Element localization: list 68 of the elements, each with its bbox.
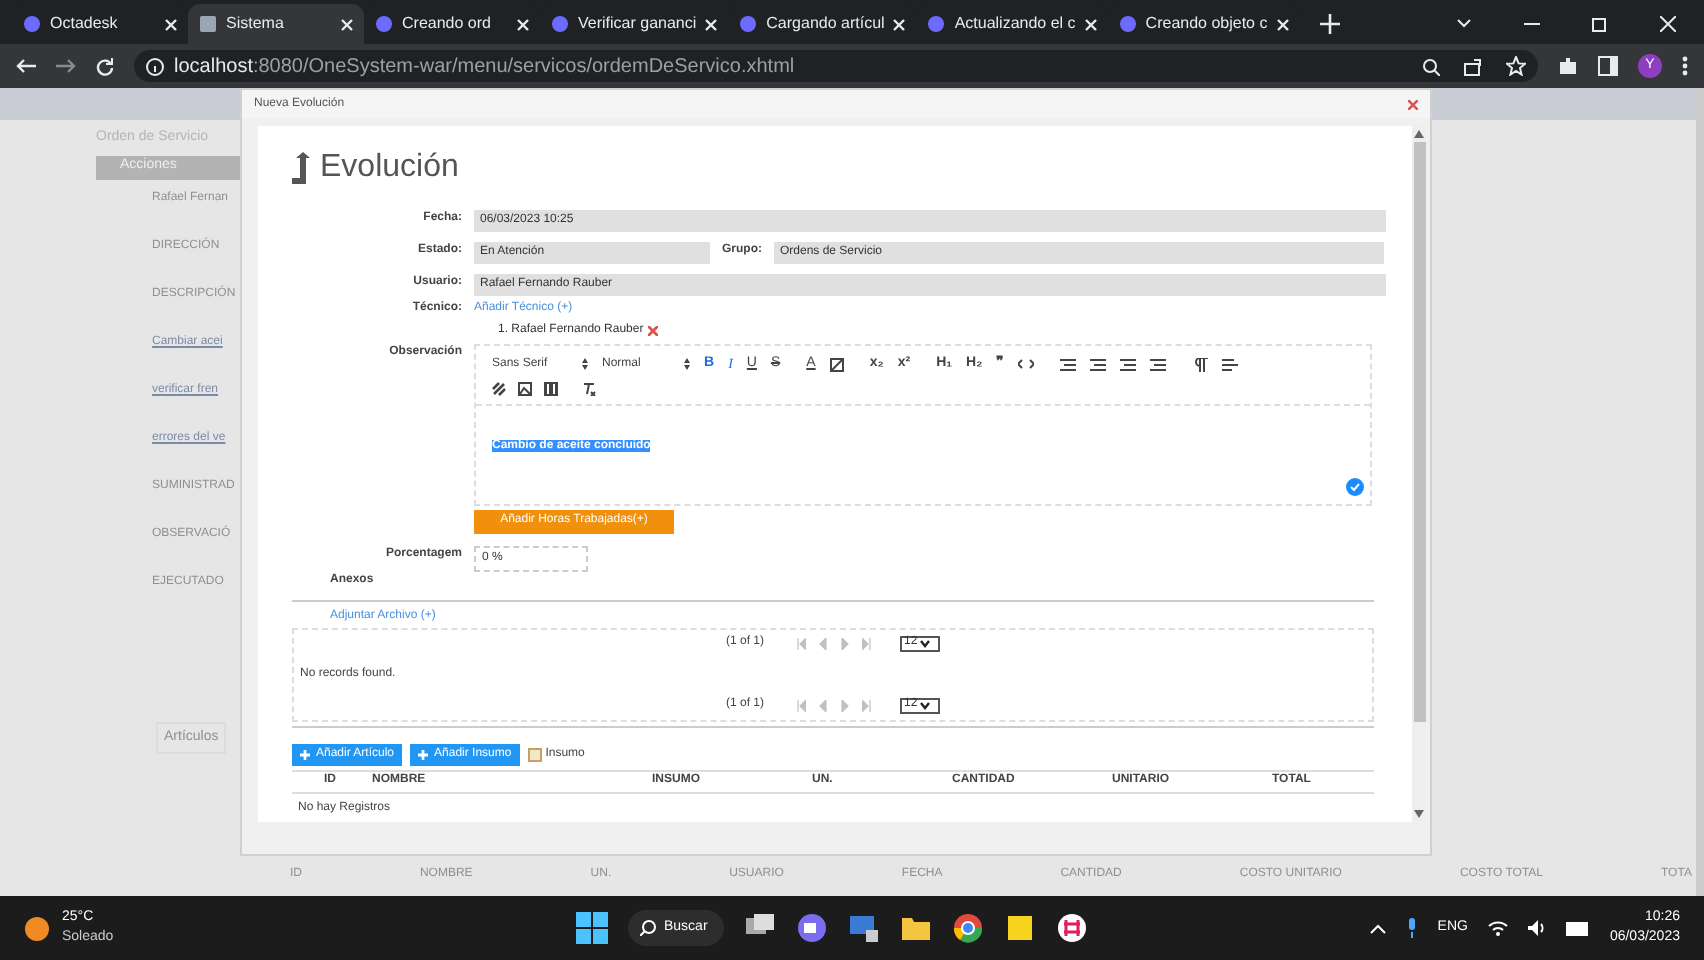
tab-title: Verificar gananci	[578, 12, 697, 36]
battery-icon[interactable]	[1565, 921, 1590, 935]
remove-icon[interactable]	[647, 326, 658, 336]
forward-arrow-icon[interactable]	[56, 58, 76, 74]
share-icon[interactable]	[1464, 57, 1482, 75]
video-icon[interactable]	[544, 381, 558, 395]
folder-icon[interactable]	[900, 912, 932, 944]
site-icon	[374, 14, 394, 34]
minimize-icon[interactable]	[1524, 22, 1540, 26]
site-icon	[738, 14, 759, 34]
site-icon	[22, 14, 42, 34]
speaker-icon[interactable]	[1527, 920, 1546, 936]
new-tab-icon[interactable]	[1319, 14, 1340, 34]
align-icon[interactable]	[1222, 357, 1239, 372]
microphone-icon[interactable]	[1405, 918, 1418, 938]
tab-title: Octadesk	[50, 12, 120, 36]
chevron-down-icon[interactable]	[1456, 18, 1472, 30]
site-icon	[1117, 14, 1138, 34]
site-icon	[550, 14, 570, 34]
dialog-heading: Evolución	[320, 148, 459, 188]
zoom-icon[interactable]	[1422, 57, 1440, 75]
reload-icon[interactable]	[96, 57, 114, 75]
sun-icon[interactable]	[24, 915, 50, 941]
chevron-up-icon[interactable]	[1369, 923, 1386, 933]
tab-title: Creando ord	[402, 12, 493, 36]
tab-title: Creando objeto c	[1145, 12, 1268, 36]
sort-icon	[684, 358, 690, 371]
sticky-note-icon[interactable]	[1004, 912, 1036, 944]
chevron-down-icon	[919, 639, 930, 647]
plus-icon	[418, 749, 429, 759]
scroll-down-icon[interactable]	[1414, 810, 1424, 818]
more-icon[interactable]	[1682, 56, 1688, 76]
star-icon[interactable]	[1506, 56, 1526, 76]
ordered-list-icon[interactable]	[1060, 357, 1077, 372]
code-icon[interactable]	[1018, 358, 1035, 371]
chrome-icon[interactable]	[952, 912, 984, 944]
search-icon	[640, 920, 656, 936]
highlight-icon[interactable]	[829, 357, 844, 372]
info-icon	[146, 57, 164, 75]
tab-title: Sistema	[226, 12, 286, 36]
wifi-icon[interactable]	[1487, 920, 1508, 936]
sort-icon	[582, 358, 588, 371]
tab-title: Actualizando el c	[954, 12, 1076, 36]
plus-icon	[300, 749, 310, 759]
clear-format-icon[interactable]	[582, 381, 596, 395]
image-icon[interactable]	[518, 381, 532, 395]
indent-icon[interactable]	[1150, 357, 1167, 372]
scroll-up-icon[interactable]	[1414, 130, 1424, 138]
browser-tab[interactable]: Sistema	[188, 4, 364, 44]
checkbox[interactable]	[527, 747, 542, 761]
text-direction-icon[interactable]	[1192, 357, 1209, 372]
page-icon	[198, 14, 218, 34]
restore-icon[interactable]	[1592, 16, 1608, 32]
scrollbar-thumb[interactable]	[1413, 142, 1425, 722]
video-call-icon[interactable]	[796, 912, 828, 944]
back-arrow-icon[interactable]	[16, 58, 36, 74]
up-arrow-icon	[292, 152, 312, 184]
tab-title: Cargando artícul	[766, 12, 885, 36]
check-icon	[1346, 477, 1364, 495]
bullet-list-icon[interactable]	[1090, 357, 1107, 372]
address-bar[interactable]: localhost:8080/OneSystem-war/menu/servicos/ordemDeServico.xhtml	[134, 50, 1538, 82]
site-icon	[926, 14, 947, 34]
computer-icon[interactable]	[848, 912, 880, 944]
sidebar-icon[interactable]	[1598, 56, 1618, 76]
puzzle-icon[interactable]	[1558, 56, 1578, 76]
outdent-icon[interactable]	[1120, 357, 1137, 372]
chevron-down-icon	[919, 701, 930, 709]
windows-icon[interactable]	[576, 912, 608, 944]
